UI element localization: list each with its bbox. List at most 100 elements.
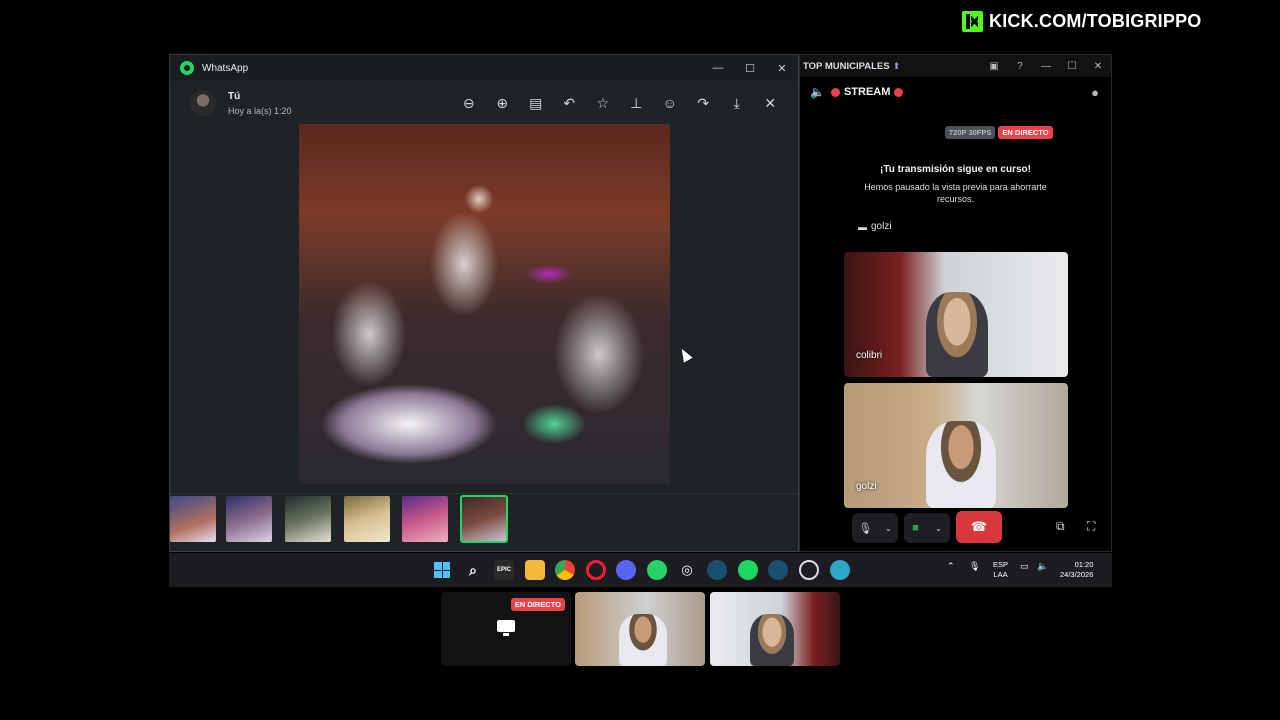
- hang-up-button[interactable]: ☎: [956, 511, 1002, 543]
- media-thumbnail[interactable]: [170, 496, 216, 542]
- windows-taskbar: ⌕ EPIC ◎ ⌃ 🎙 ESP LAA ▭ 🔈 01:20 24/3/2026: [169, 553, 1112, 587]
- pin-icon[interactable]: ⊥: [620, 89, 654, 117]
- red-dot-icon: [830, 87, 840, 97]
- boost-icon: ⬆: [892, 60, 901, 71]
- keyboard-layout: LAA: [993, 570, 1008, 579]
- help-icon[interactable]: ?: [1007, 61, 1033, 72]
- notice-body: Hemos pausado la vista previa para ahorr…: [864, 182, 1047, 204]
- camera-preview[interactable]: [710, 592, 840, 666]
- close-viewer-icon[interactable]: ✕: [754, 89, 788, 117]
- stream-badges: 720P 30FPS EN DIRECTO: [945, 126, 1053, 139]
- microphone-icon[interactable]: 🎙: [969, 561, 980, 572]
- fullscreen-icon[interactable]: ⛶: [1087, 519, 1095, 534]
- streamer-name: golzi: [871, 221, 892, 232]
- steam-icon[interactable]: [768, 560, 788, 580]
- whatsapp-icon[interactable]: [647, 560, 667, 580]
- media-photo: [299, 124, 670, 484]
- red-dot-icon: [894, 87, 904, 97]
- clock-time: 01:20: [1074, 560, 1094, 569]
- whatsapp-title: WhatsApp: [202, 62, 249, 74]
- minimize-button[interactable]: —: [702, 55, 734, 81]
- media-thumbnail[interactable]: [344, 496, 390, 542]
- participant-video: [926, 292, 988, 377]
- preview-video: [619, 614, 667, 666]
- caption-icon[interactable]: ▤: [519, 89, 553, 117]
- popout-icon[interactable]: ⧉: [1056, 519, 1065, 534]
- steam-icon[interactable]: [707, 560, 727, 580]
- zoom-in-icon[interactable]: ⊕: [486, 89, 520, 117]
- sender-name: Tú: [228, 90, 241, 102]
- reply-icon[interactable]: ↶: [553, 89, 587, 117]
- discord-icon[interactable]: [616, 560, 636, 580]
- media-thumbnail-active[interactable]: [460, 495, 508, 543]
- forward-icon[interactable]: ↷: [687, 89, 721, 117]
- participant-tile[interactable]: golzi: [844, 383, 1068, 508]
- channel-header: 🔈 STREAM ●: [800, 77, 1111, 107]
- channel-name: STREAM: [843, 86, 891, 98]
- maximize-button[interactable]: ☐: [734, 55, 766, 81]
- network-icon[interactable]: ▭: [1020, 561, 1029, 572]
- camera-control: ■ ⌄: [904, 513, 950, 543]
- obs-icon[interactable]: ◎: [677, 560, 697, 580]
- maximize-button[interactable]: ☐: [1059, 61, 1085, 72]
- minimize-button[interactable]: —: [1033, 61, 1059, 72]
- live-badge: EN DIRECTO: [998, 126, 1053, 139]
- preview-video: [750, 614, 794, 666]
- file-explorer-icon[interactable]: [525, 560, 545, 580]
- emoji-icon[interactable]: ☺: [653, 89, 687, 117]
- participant-name: golzi: [856, 481, 877, 492]
- call-controls: 🎙 ⌄ ■ ⌄ ☎ ⧉ ⛶: [800, 511, 1111, 543]
- sender-avatar[interactable]: [190, 90, 216, 116]
- screen-icon: ▬: [858, 221, 867, 232]
- participant-video: [926, 421, 996, 508]
- chevron-up-icon[interactable]: ⌃: [947, 561, 955, 572]
- chevron-down-icon[interactable]: ⌄: [885, 524, 892, 533]
- epic-games-icon[interactable]: EPIC: [494, 560, 514, 580]
- whatsapp-window: WhatsApp — ☐ ✕ Tú Hoy a la(s) 1:20 ⊖ ⊕ ▤…: [169, 54, 799, 552]
- live-badge: EN DIRECTO: [510, 598, 565, 611]
- microphone-icon[interactable]: 🎙: [858, 522, 872, 535]
- star-icon[interactable]: ☆: [586, 89, 620, 117]
- download-icon[interactable]: ⤓: [720, 89, 754, 117]
- language-indicator[interactable]: ESP LAA: [993, 560, 1008, 580]
- kick-logo-icon: [962, 11, 983, 32]
- screen-share-preview[interactable]: EN DIRECTO: [441, 592, 571, 666]
- screen-share-icon: [497, 620, 515, 636]
- windows-start-icon[interactable]: [432, 560, 452, 580]
- zoom-out-icon[interactable]: ⊖: [452, 89, 486, 117]
- media-thumbnail[interactable]: [226, 496, 272, 542]
- watermark-text: KICK.COM/TOBIGRIPPO: [989, 11, 1202, 31]
- search-icon[interactable]: ⌕: [463, 560, 483, 580]
- whatsapp-titlebar[interactable]: WhatsApp — ☐ ✕: [170, 55, 798, 81]
- language-code: ESP: [993, 560, 1009, 569]
- chevron-down-icon[interactable]: ⌄: [935, 524, 942, 533]
- whatsapp-logo-icon: [180, 61, 194, 75]
- inbox-icon[interactable]: ▣: [981, 61, 1007, 72]
- chrome-icon[interactable]: [555, 560, 575, 580]
- server-title: TOP MUNICIPALES: [803, 60, 890, 72]
- close-window-button[interactable]: ✕: [766, 55, 798, 81]
- camera-preview[interactable]: [575, 592, 705, 666]
- discord-titlebar[interactable]: TOP MUNICIPALES ⬆ ▣ ? — ☐ ✕: [800, 55, 1111, 77]
- streamer-label: ▬ golzi: [858, 221, 892, 232]
- media-thumbnail[interactable]: [402, 496, 448, 542]
- close-window-button[interactable]: ✕: [1085, 61, 1111, 72]
- media-viewer-header: Tú Hoy a la(s) 1:20 ⊖ ⊕ ▤ ↶ ☆ ⊥ ☺ ↷ ⤓ ✕: [170, 81, 798, 125]
- media-toolbar: ⊖ ⊕ ▤ ↶ ☆ ⊥ ☺ ↷ ⤓ ✕: [452, 89, 787, 117]
- spotify-icon[interactable]: [738, 560, 758, 580]
- browser-icon[interactable]: [830, 560, 850, 580]
- camera-icon[interactable]: ■: [912, 522, 919, 534]
- discord-window: TOP MUNICIPALES ⬆ ▣ ? — ☐ ✕ 🔈 STREAM ● 7…: [799, 54, 1112, 552]
- chat-icon[interactable]: ●: [1091, 85, 1099, 100]
- mic-control: 🎙 ⌄: [852, 513, 898, 543]
- media-thumbnail[interactable]: [285, 496, 331, 542]
- speaker-icon: 🔈: [810, 85, 825, 99]
- quality-badge: 720P 30FPS: [945, 126, 996, 139]
- message-time: Hoy a la(s) 1:20: [228, 105, 292, 116]
- clock-date: 24/3/2026: [1060, 570, 1094, 579]
- volume-icon[interactable]: 🔈: [1037, 561, 1048, 572]
- app-icon[interactable]: [799, 560, 819, 580]
- system-clock[interactable]: 01:20 24/3/2026: [1060, 560, 1093, 580]
- participant-tile[interactable]: colibri: [844, 252, 1068, 377]
- opera-icon[interactable]: [586, 560, 606, 580]
